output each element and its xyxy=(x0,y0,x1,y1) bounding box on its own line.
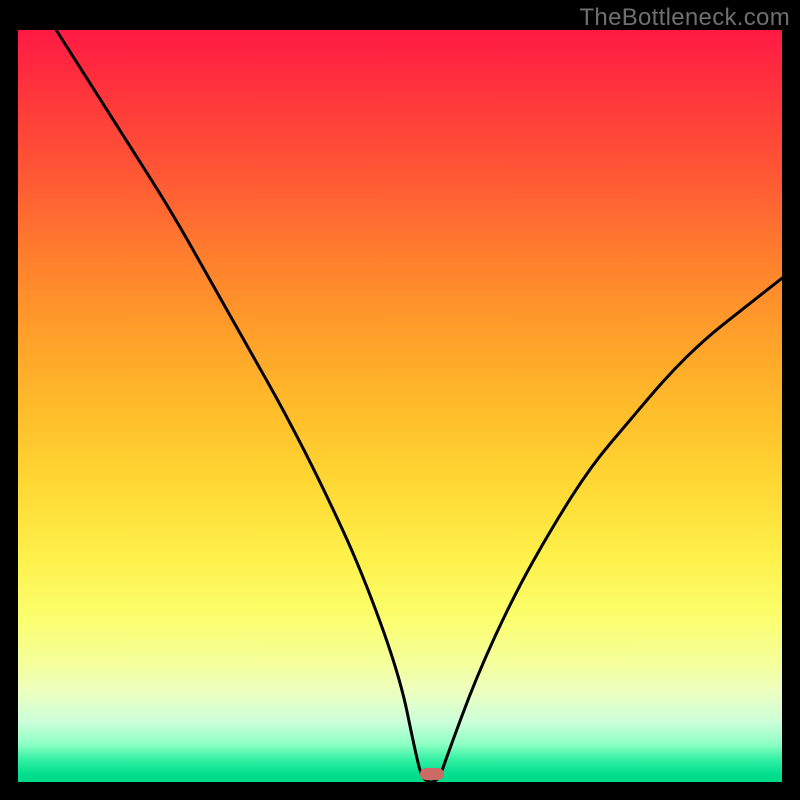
minimum-marker xyxy=(420,768,444,780)
plot-area xyxy=(18,30,782,782)
chart-frame: TheBottleneck.com xyxy=(0,0,800,800)
watermark-text: TheBottleneck.com xyxy=(579,4,790,32)
bottleneck-curve xyxy=(18,30,782,782)
curve-path xyxy=(56,30,782,782)
